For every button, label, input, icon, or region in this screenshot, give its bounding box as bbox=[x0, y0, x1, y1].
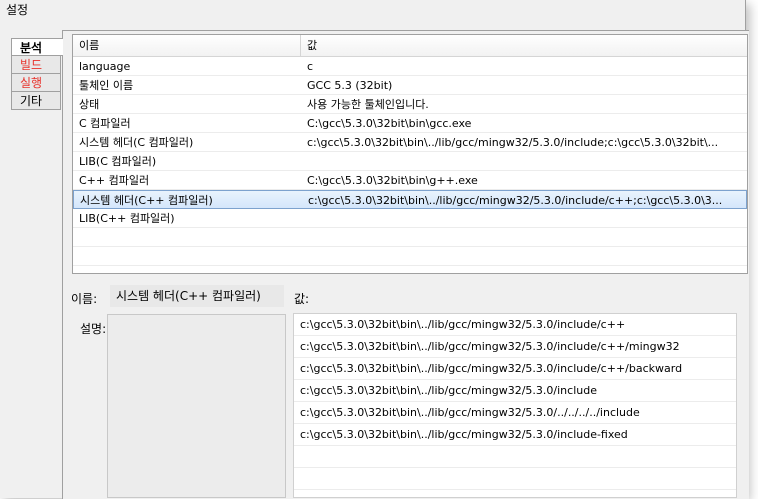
column-header-name[interactable]: 이름 bbox=[73, 35, 301, 56]
grid-cell-value: c:\gcc\5.3.0\32bit\bin\../lib/gcc/mingw3… bbox=[308, 194, 723, 207]
value-list-item[interactable]: c:\gcc\5.3.0\32bit\bin\../lib/gcc/mingw3… bbox=[294, 424, 736, 446]
tab-run[interactable]: 실행 bbox=[11, 74, 61, 92]
value-list-item[interactable]: c:\gcc\5.3.0\32bit\bin\../lib/gcc/mingw3… bbox=[294, 358, 736, 380]
window-title: 설정 bbox=[6, 3, 29, 17]
value-list-item[interactable]: c:\gcc\5.3.0\32bit\bin\../lib/gcc/mingw3… bbox=[294, 402, 736, 424]
grid-row[interactable]: 시스템 헤더(C++ 컴파일러) c:\gcc\5.3.0\32bit\bin\.… bbox=[73, 190, 747, 209]
value-list-item[interactable]: c:\gcc\5.3.0\32bit\bin\../lib/gcc/mingw3… bbox=[294, 336, 736, 358]
grid-cell-value: 사용 가능한 툴체인입니다. bbox=[307, 98, 429, 111]
value-list-empty-row bbox=[294, 468, 736, 490]
grid-row[interactable]: LIB(C 컴파일러) bbox=[73, 152, 747, 171]
grid-row[interactable]: 툴체인 이름 GCC 5.3 (32bit) bbox=[73, 76, 747, 95]
grid-cell-name: LIB(C++ 컴파일러) bbox=[79, 212, 175, 225]
grid-cell-name: 시스템 헤더(C 컴파일러) bbox=[79, 136, 194, 149]
grid-cell-value: C:\gcc\5.3.0\32bit\bin\g++.exe bbox=[307, 174, 478, 187]
grid-row[interactable]: 상태 사용 가능한 툴체인입니다. bbox=[73, 95, 747, 114]
value-list[interactable]: c:\gcc\5.3.0\32bit\bin\../lib/gcc/mingw3… bbox=[293, 313, 737, 498]
column-header-value[interactable]: 값 bbox=[301, 35, 747, 56]
grid-cell-value bbox=[301, 209, 747, 227]
detail-description-label: 설명: bbox=[80, 322, 107, 336]
detail-description-box bbox=[107, 314, 286, 498]
value-list-empty-row bbox=[294, 446, 736, 468]
grid-row-empty bbox=[73, 247, 747, 266]
grid-row[interactable]: language c bbox=[73, 57, 747, 76]
grid-cell-name: 툴체인 이름 bbox=[79, 79, 134, 92]
grid-cell-name: C++ 컴파일러 bbox=[79, 174, 150, 187]
value-list-item[interactable]: c:\gcc\5.3.0\32bit\bin\../lib/gcc/mingw3… bbox=[294, 314, 736, 336]
tab-etc[interactable]: 기타 bbox=[11, 92, 61, 110]
tab-build[interactable]: 빌드 bbox=[11, 56, 61, 74]
grid-cell-name: C 컴파일러 bbox=[79, 117, 131, 130]
grid-cell-name: 시스템 헤더(C++ 컴파일러) bbox=[80, 194, 213, 207]
grid-cell-value: GCC 5.3 (32bit) bbox=[307, 79, 393, 92]
grid-row[interactable]: 시스템 헤더(C 컴파일러) c:\gcc\5.3.0\32bit\bin\../… bbox=[73, 133, 747, 152]
grid-cell-value bbox=[301, 152, 747, 170]
detail-value-label: 값: bbox=[294, 292, 310, 306]
grid-row[interactable]: C 컴파일러 C:\gcc\5.3.0\32bit\bin\gcc.exe bbox=[73, 114, 747, 133]
detail-name-label: 이름: bbox=[71, 292, 98, 306]
property-grid[interactable]: 이름 값 language c 툴체인 이름 GCC 5.3 (32bit) 상태 사용 … bbox=[72, 34, 748, 274]
detail-name-value: 시스템 헤더(C++ 컴파일러) bbox=[110, 285, 284, 307]
grid-row[interactable]: C++ 컴파일러 C:\gcc\5.3.0\32bit\bin\g++.exe bbox=[73, 171, 747, 190]
grid-cell-value: C:\gcc\5.3.0\32bit\bin\gcc.exe bbox=[307, 117, 472, 130]
grid-cell-name: 상태 bbox=[79, 98, 100, 111]
grid-cell-value: c:\gcc\5.3.0\32bit\bin\../lib/gcc/mingw3… bbox=[307, 136, 719, 149]
grid-body: language c 툴체인 이름 GCC 5.3 (32bit) 상태 사용 가능한 툴… bbox=[73, 57, 747, 266]
grid-header: 이름 값 bbox=[73, 35, 747, 57]
grid-cell-name: LIB(C 컴파일러) bbox=[79, 155, 157, 168]
grid-cell-value: c bbox=[307, 60, 314, 73]
settings-window: 설정 분석 빌드 실행 기타 이름 값 language c 툴체인 이름 GCC 5… bbox=[0, 0, 749, 499]
grid-cell-name: language bbox=[79, 60, 131, 73]
value-list-item[interactable]: c:\gcc\5.3.0\32bit\bin\../lib/gcc/mingw3… bbox=[294, 380, 736, 402]
grid-row[interactable]: LIB(C++ 컴파일러) bbox=[73, 209, 747, 228]
sidebar-tabs: 분석 빌드 실행 기타 bbox=[11, 38, 63, 110]
grid-row-empty bbox=[73, 228, 747, 247]
tab-analysis[interactable]: 분석 bbox=[11, 38, 63, 56]
